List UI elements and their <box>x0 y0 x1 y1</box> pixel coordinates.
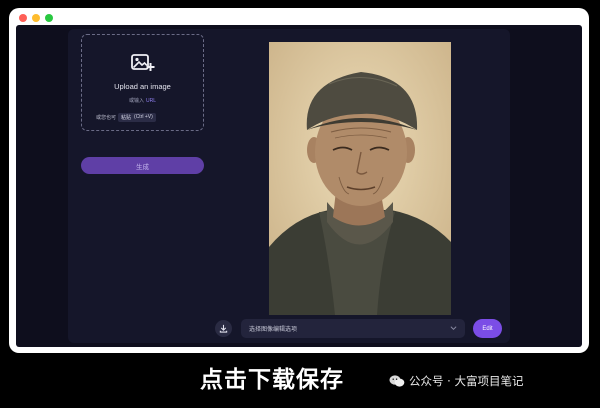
wechat-icon <box>389 375 405 387</box>
app-canvas: Upload an image 或输入 URL 或您也可 粘贴 (Ctrl +V)… <box>16 25 582 347</box>
image-add-icon <box>131 54 155 71</box>
paste-row: 或您也可 粘贴 (Ctrl +V) <box>96 113 156 122</box>
chevron-down-icon <box>450 326 457 331</box>
edit-button[interactable]: Edit <box>473 319 502 338</box>
caption-text: 点击下载保存 <box>200 367 344 393</box>
select-value: 选择图像编辑选项 <box>249 327 298 333</box>
result-image[interactable] <box>269 42 451 315</box>
zoom-dot[interactable] <box>45 14 53 22</box>
edit-options-select[interactable]: 选择图像编辑选项 <box>241 319 465 338</box>
close-dot[interactable] <box>19 14 27 22</box>
paste-shortcut: (Ctrl +V) <box>134 114 153 120</box>
minimize-dot[interactable] <box>32 14 40 22</box>
image-upload-dropzone[interactable]: Upload an image 或输入 URL 或您也可 粘贴 (Ctrl +V) <box>81 34 204 131</box>
portrait-photo <box>269 42 451 315</box>
url-row: 或输入 URL <box>82 97 203 104</box>
paste-action: 粘贴 <box>121 115 132 121</box>
download-button[interactable] <box>215 320 232 337</box>
watermark-text: 公众号 · 大富项目笔记 <box>409 374 524 388</box>
upload-title: Upload an image <box>114 82 171 91</box>
download-icon <box>219 324 228 333</box>
watermark: 公众号 · 大富项目笔记 <box>389 373 523 389</box>
paste-button[interactable]: 粘贴 (Ctrl +V) <box>118 113 156 122</box>
paste-label: 或您也可 <box>96 115 117 121</box>
app-window: Upload an image 或输入 URL 或您也可 粘贴 (Ctrl +V)… <box>9 8 589 353</box>
url-prefix: 或输入 <box>128 98 144 104</box>
url-link[interactable]: URL <box>146 98 156 104</box>
traffic-lights <box>19 14 53 22</box>
generate-button[interactable]: 生成 <box>81 157 204 174</box>
